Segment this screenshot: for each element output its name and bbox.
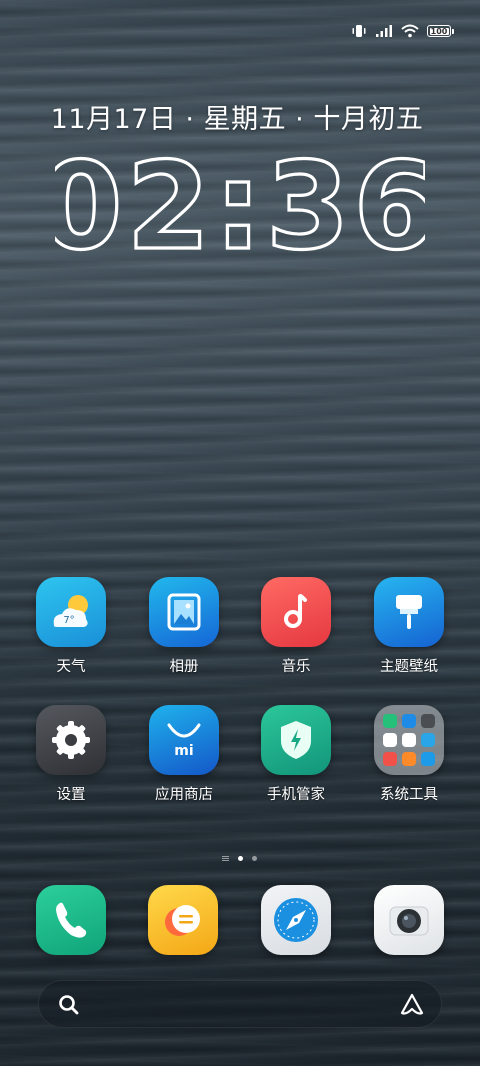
app-store[interactable]: mi 应用商店 bbox=[134, 705, 234, 804]
app-label: 主题壁纸 bbox=[380, 659, 438, 675]
search-icon bbox=[59, 995, 79, 1015]
app-label: 应用商店 bbox=[155, 787, 213, 803]
app-label: 系统工具 bbox=[380, 787, 438, 803]
dock-browser[interactable] bbox=[261, 885, 331, 955]
app-settings[interactable]: 设置 bbox=[21, 705, 121, 804]
app-gallery[interactable]: 相册 bbox=[134, 577, 234, 676]
app-theme[interactable]: 主题壁纸 bbox=[359, 577, 459, 676]
page-menu-icon bbox=[222, 856, 229, 861]
messages-icon bbox=[148, 885, 218, 955]
system-tools-folder-icon bbox=[374, 705, 444, 775]
settings-icon bbox=[36, 705, 106, 775]
music-icon bbox=[261, 577, 331, 647]
app-weather[interactable]: 7° 天气 bbox=[21, 577, 121, 676]
dock-messages[interactable] bbox=[148, 885, 218, 955]
browser-compass-icon bbox=[261, 885, 331, 955]
dock-camera[interactable] bbox=[374, 885, 444, 955]
app-label: 天气 bbox=[56, 659, 86, 675]
app-security[interactable]: 手机管家 bbox=[246, 705, 346, 804]
phone-icon bbox=[36, 885, 106, 955]
battery-icon: 100 bbox=[427, 25, 454, 37]
search-bar[interactable] bbox=[38, 980, 442, 1028]
page-indicator[interactable] bbox=[222, 856, 257, 861]
app-label: 设置 bbox=[56, 787, 86, 803]
app-store-icon: mi bbox=[149, 705, 219, 775]
lockscreen-clock: 02:36 bbox=[55, 146, 425, 258]
lockscreen-date: 11月17日 · 星期五 · 十月初五 bbox=[50, 104, 424, 135]
app-system-tools-folder[interactable]: 系统工具 bbox=[359, 705, 459, 804]
app-label: 相册 bbox=[169, 659, 199, 675]
theme-icon bbox=[374, 577, 444, 647]
dock-phone[interactable] bbox=[36, 885, 106, 955]
vibrate-icon bbox=[352, 25, 366, 37]
weather-icon: 7° bbox=[36, 577, 106, 647]
gallery-icon bbox=[149, 577, 219, 647]
wifi-icon bbox=[401, 24, 419, 38]
signal-icon bbox=[376, 25, 392, 37]
app-music[interactable]: 音乐 bbox=[246, 577, 346, 676]
page-dot bbox=[252, 856, 257, 861]
app-label: 手机管家 bbox=[267, 787, 325, 803]
clock-time: 02:36 bbox=[55, 146, 425, 258]
page-dot-active bbox=[238, 856, 243, 861]
weather-temp: 7° bbox=[63, 615, 74, 626]
assistant-icon[interactable] bbox=[399, 992, 425, 1018]
camera-icon bbox=[374, 885, 444, 955]
store-mi-text: mi bbox=[174, 743, 193, 759]
battery-level: 100 bbox=[430, 26, 448, 36]
app-label: 音乐 bbox=[281, 659, 311, 675]
security-icon bbox=[261, 705, 331, 775]
status-bar: 100 bbox=[351, 24, 454, 38]
